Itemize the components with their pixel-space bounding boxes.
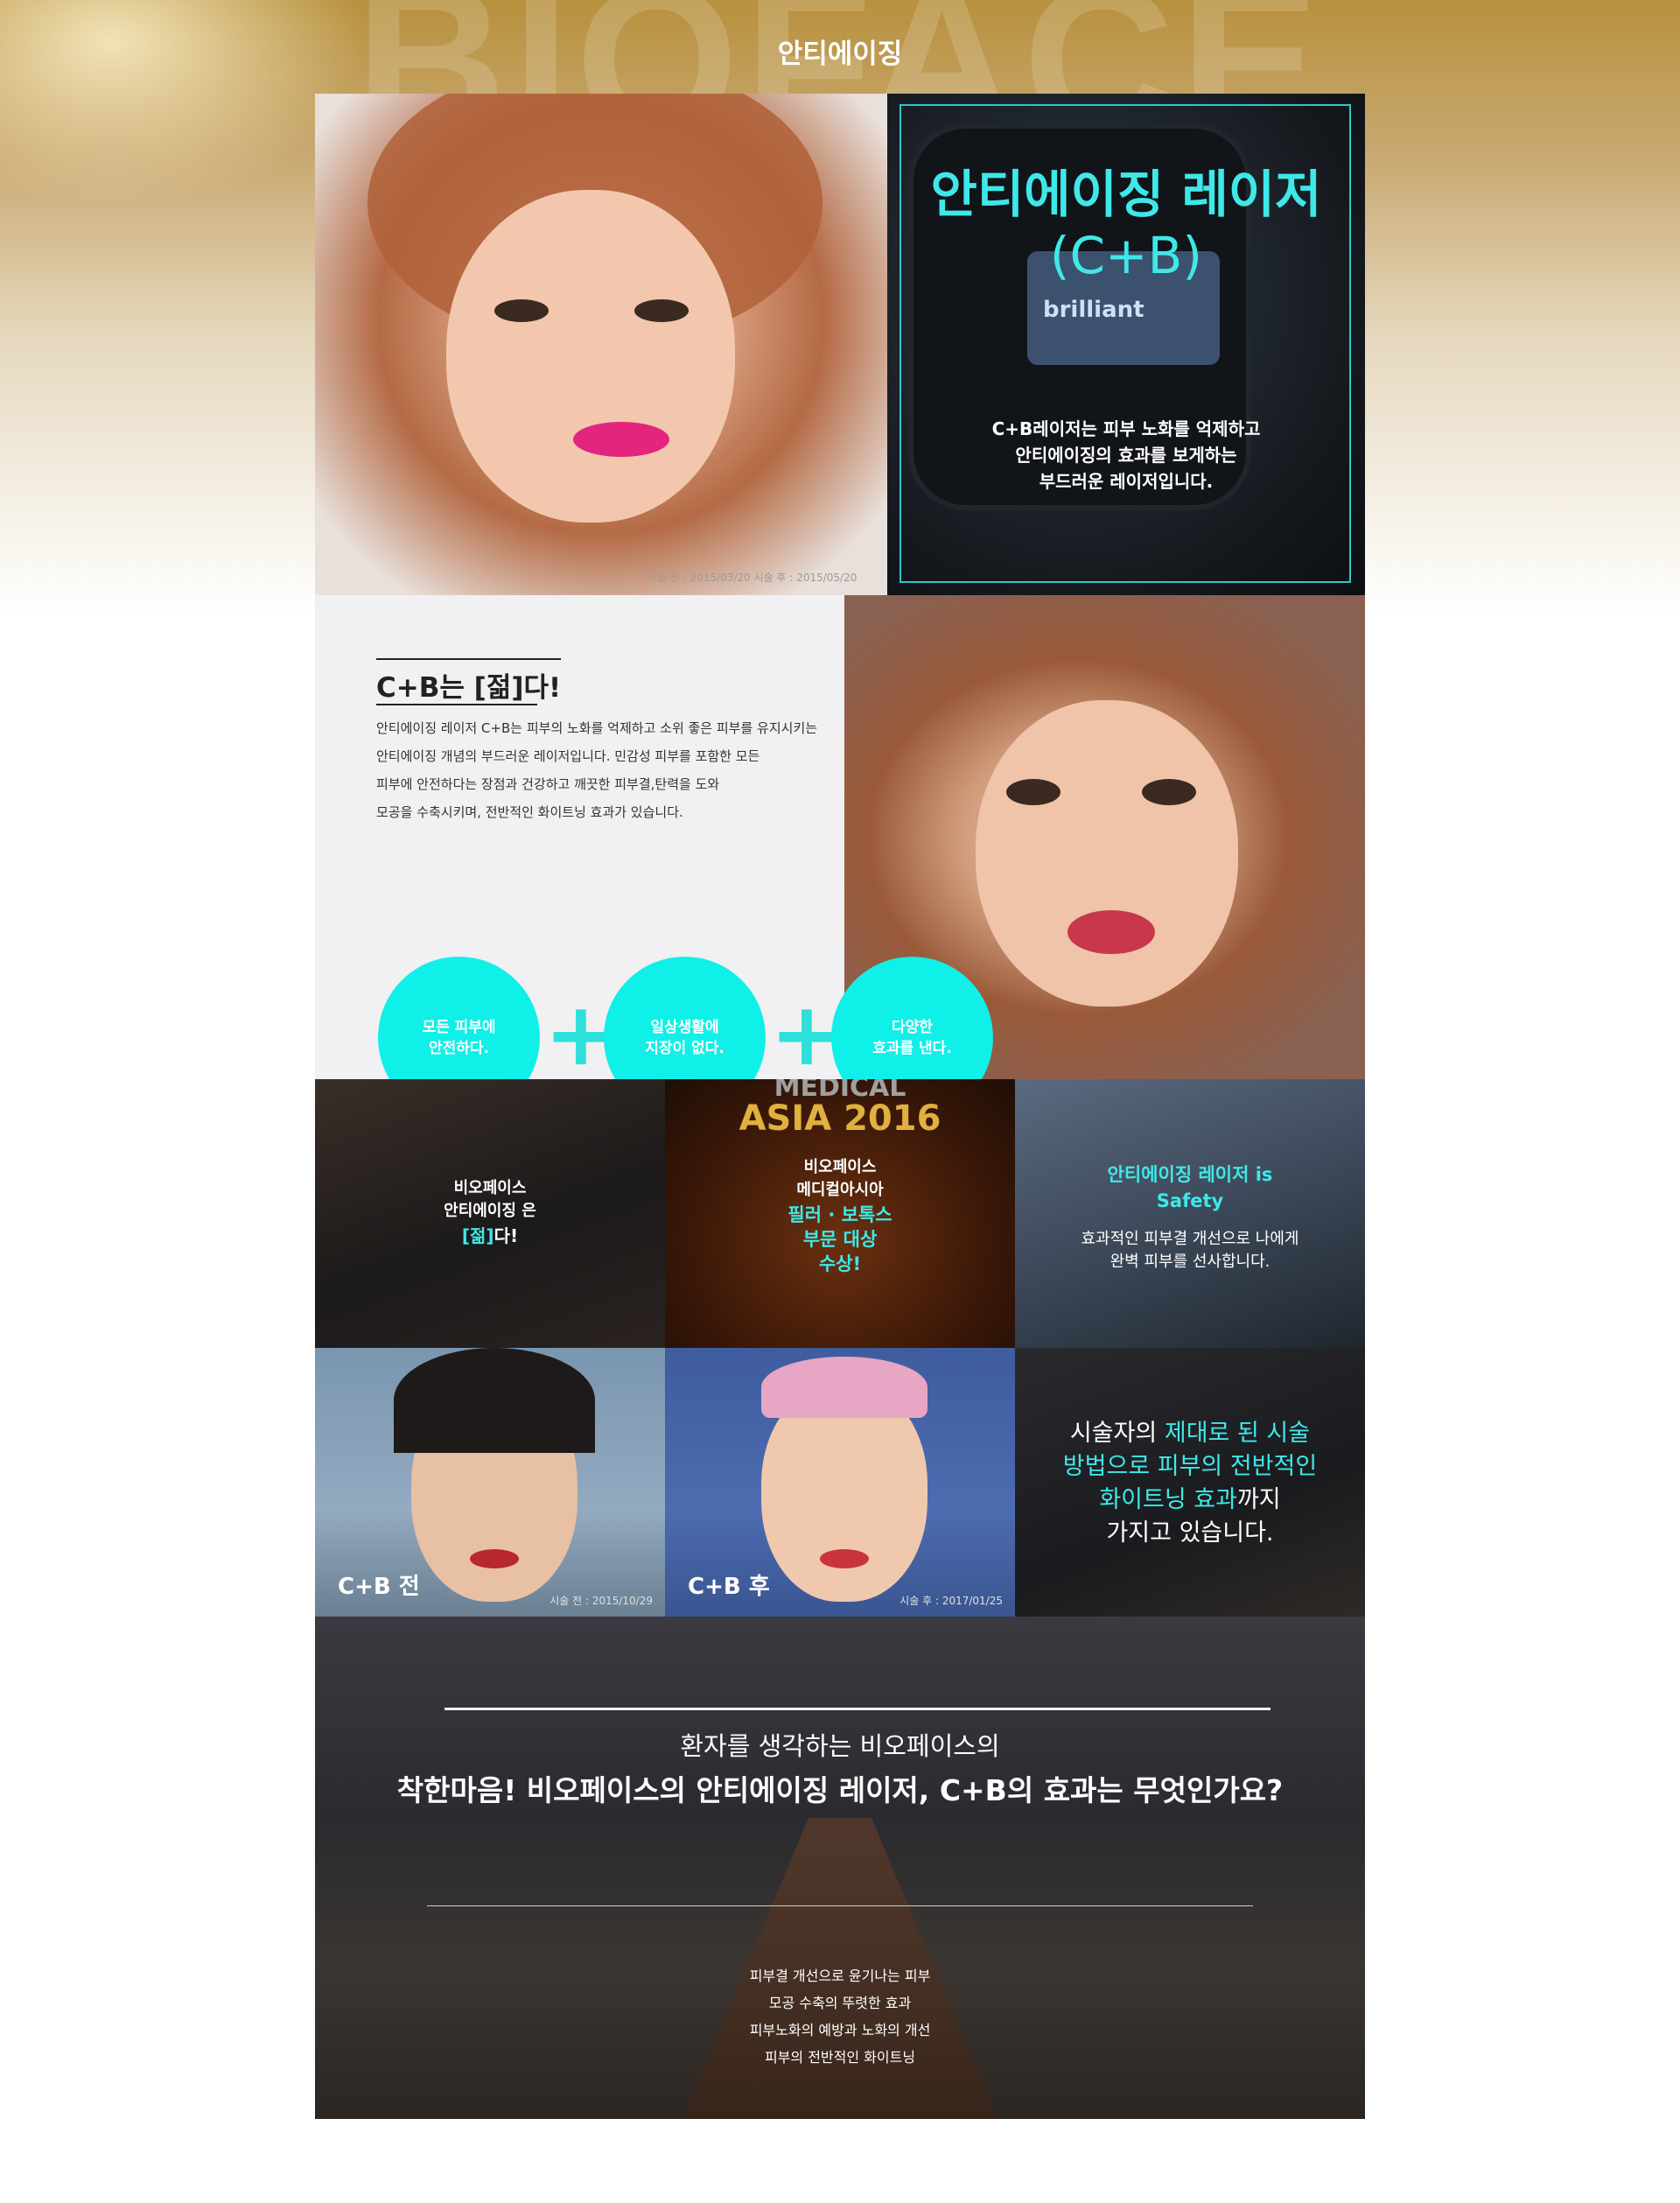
page-title: 안티에이징	[777, 39, 903, 70]
effect-item: 모공 수축의 뚜렷한 효과	[768, 1995, 912, 2011]
tile2-accent1: 필러 · 보톡스	[788, 1204, 892, 1225]
effect-item: 피부결 개선으로 윤기나는 피부	[749, 1968, 931, 1984]
tile3-accent1: 안티에이징 레이저 is	[1107, 1164, 1273, 1185]
tile-safety: 안티에이징 레이저 is Safety 효과적인 피부결 개선으로 나에게 완벽…	[1015, 1079, 1365, 1348]
lips	[820, 1549, 869, 1568]
hero-device-panel: brilliant 안티에이징 레이저 (C+B) C+B레이저는 피부 노화를…	[887, 94, 1365, 595]
face-shape	[976, 700, 1238, 1007]
effects-list: 피부결 개선으로 윤기나는 피부 모공 수축의 뚜렷한 효과 피부노화의 예방과…	[315, 1962, 1365, 2071]
lips	[573, 422, 669, 457]
benefit-circle-daily: 일상생활에 지장이 없다.	[604, 957, 766, 1079]
eye-right	[634, 299, 689, 322]
hero-desc-line3: 부드러운 레이저입니다.	[1039, 471, 1214, 492]
tile2-line1: 비오페이스	[803, 1158, 877, 1176]
eye-right	[1142, 779, 1196, 805]
face-shape	[446, 190, 735, 523]
intro-paragraph: 안티에이징 레이저 C+B는 피부의 노화를 억제하고 소위 좋은 피부를 유지…	[376, 714, 831, 826]
hero-desc-line2: 안티에이징의 효과를 보게하는	[1015, 445, 1237, 466]
headband-shape	[761, 1357, 928, 1418]
lips	[1068, 910, 1155, 954]
hair-shape	[394, 1348, 595, 1453]
content-wrapper: 시술 전 : 2015/03/20 시술 후 : 2015/05/20 bril…	[315, 94, 1365, 2119]
tile3-accent2: Safety	[1156, 1190, 1224, 1211]
intro-line: 모공을 수축시키며, 전반적인 화이트닝 효과가 있습니다.	[376, 804, 683, 820]
hero-desc-line1: C+B레이저는 피부 노화를 억제하고	[991, 418, 1261, 439]
intro-section: C+B는 [젊]다! 안티에이징 레이저 C+B는 피부의 노화를 억제하고 소…	[315, 595, 844, 1079]
closing-section: 환자를 생각하는 비오페이스의 착한마음! 비오페이스의 안티에이징 레이저, …	[315, 1617, 1365, 2119]
tile-clinic-interior: 비오페이스 안티에이징 은 [젊]다!	[315, 1079, 665, 1348]
hero-title-line1: 안티에이징 레이저	[930, 165, 1322, 224]
intro-heading: C+B는 [젊]다!	[376, 658, 562, 706]
tile-before: C+B 전 시술 전 : 2015/10/29	[315, 1348, 665, 1617]
closing-title: 착한마음! 비오페이스의 안티에이징 레이저, C+B의 효과는 무엇인가요?	[396, 1773, 1284, 1807]
intro-line: 안티에이징 개념의 부드러운 레이저입니다. 민감성 피부를 포함한 모든	[376, 748, 760, 764]
eye-left	[1006, 779, 1060, 805]
tile6-line1: 시술자의 제대로 된 시술	[1069, 1420, 1311, 1447]
effect-item: 피부의 전반적인 화이트닝	[764, 2049, 916, 2066]
eye-left	[494, 299, 549, 322]
tile-award: MEDICAL ASIA 2016 비오페이스 메디컬아시아 필러 · 보톡스 …	[665, 1079, 1015, 1348]
tile1-line1: 비오페이스	[453, 1179, 527, 1197]
photo-caption: 시술 전 : 2015/03/20 시술 후 : 2015/05/20	[648, 572, 858, 584]
lips	[470, 1549, 519, 1568]
heading-underline	[376, 704, 537, 705]
tile3-line1: 효과적인 피부결 개선으로 나에게	[1081, 1230, 1299, 1248]
tile3-line2: 완벽 피부를 선사합니다.	[1110, 1252, 1270, 1271]
tile2-line2: 메디컬아시아	[796, 1181, 884, 1199]
tile2-accent2: 부문 대상	[802, 1229, 878, 1250]
after-date: 시술 후 : 2017/01/25	[900, 1595, 1003, 1607]
before-date: 시술 전 : 2015/10/29	[550, 1595, 653, 1607]
tile2-accent3: 수상!	[818, 1253, 862, 1274]
tile1-line3: [젊]다!	[461, 1225, 519, 1246]
before-label: C+B 전	[338, 1574, 420, 1600]
closing-bottom-line	[427, 1905, 1253, 1906]
benefit-circle-safe: 모든 피부에 안전하다.	[378, 957, 540, 1079]
hero-title-line2: (C+B)	[1049, 226, 1203, 285]
tile6-line3: 화이트닝 효과까지	[1099, 1486, 1281, 1513]
after-label: C+B 후	[688, 1574, 770, 1600]
closing-subtitle: 환자를 생각하는 비오페이스의	[680, 1731, 1000, 1761]
effect-item: 피부노화의 예방과 노화의 개선	[749, 2022, 931, 2038]
tile6-line2: 방법으로 피부의 전반적인	[1062, 1453, 1318, 1480]
intro-line: 피부에 안전하다는 장점과 건강하고 깨끗한 피부결,탄력을 도와	[376, 776, 720, 792]
closing-top-line	[444, 1708, 1270, 1710]
tile-after: C+B 후 시술 후 : 2017/01/25	[665, 1348, 1015, 1617]
intro-line: 안티에이징 레이저 C+B는 피부의 노화를 억제하고 소위 좋은 피부를 유지…	[376, 720, 818, 736]
tile1-line2: 안티에이징 은	[444, 1202, 536, 1220]
hero-photo: 시술 전 : 2015/03/20 시술 후 : 2015/05/20	[315, 94, 887, 595]
award-logo-line2: ASIA 2016	[738, 1098, 942, 1139]
tile6-line4: 가지고 있습니다.	[1106, 1519, 1274, 1547]
tile-whitening: 시술자의 제대로 된 시술 방법으로 피부의 전반적인 화이트닝 효과까지 가지…	[1015, 1348, 1365, 1617]
